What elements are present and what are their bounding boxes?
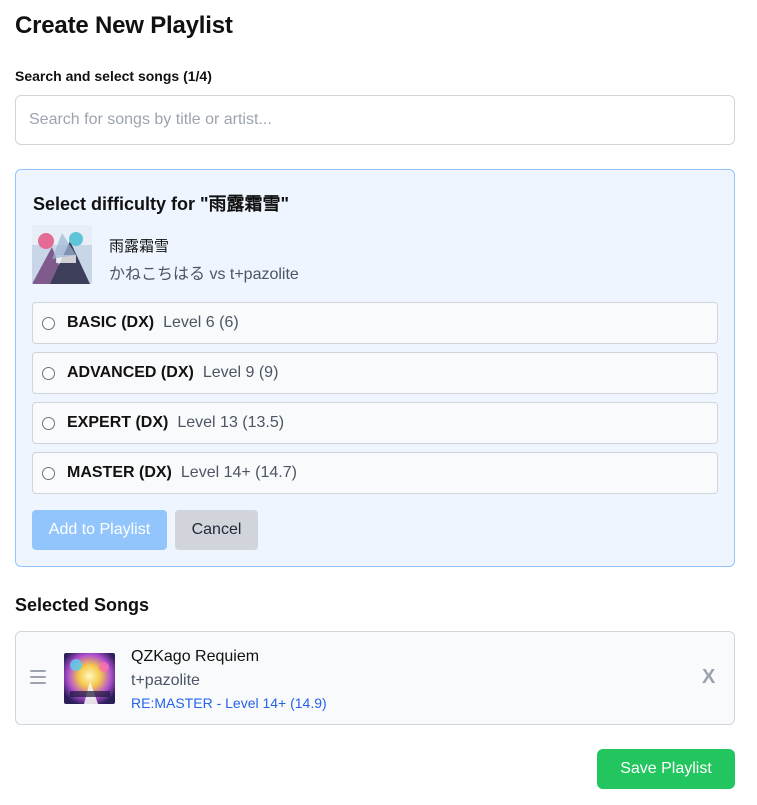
selected-song-artwork	[64, 653, 115, 704]
page-title: Create New Playlist	[15, 12, 233, 39]
song-artwork	[32, 225, 92, 284]
search-label: Search and select songs (1/4)	[15, 68, 212, 84]
difficulty-name: EXPERT (DX)	[67, 414, 169, 431]
difficulty-level: Level 6 (6)	[163, 314, 239, 331]
selected-song-artist: t+pazolite	[131, 672, 200, 689]
difficulty-level: Level 13 (13.5)	[177, 414, 285, 431]
difficulty-level: Level 14+ (14.7)	[180, 464, 297, 481]
difficulty-option-expert[interactable]: EXPERT (DX) Level 13 (13.5)	[32, 402, 718, 444]
difficulty-name: BASIC (DX)	[67, 314, 155, 331]
difficulty-panel: Select difficulty for "雨露霜雪" 雨露霜雪 かねこちはる…	[15, 169, 735, 567]
song-title: 雨露霜雪	[109, 238, 170, 255]
difficulty-panel-title: Select difficulty for "雨露霜雪"	[33, 194, 290, 214]
difficulty-option-advanced[interactable]: ADVANCED (DX) Level 9 (9)	[32, 352, 718, 394]
radio-icon[interactable]	[42, 466, 55, 480]
selected-songs-heading: Selected Songs	[15, 595, 150, 615]
search-input[interactable]	[15, 95, 735, 145]
song-artist: かねこちはる vs t+pazolite	[109, 266, 299, 283]
difficulty-name: ADVANCED (DX)	[67, 364, 194, 381]
difficulty-level: Level 9 (9)	[202, 364, 279, 381]
drag-handle-icon[interactable]	[30, 670, 46, 684]
difficulty-option-basic[interactable]: BASIC (DX) Level 6 (6)	[32, 302, 718, 344]
remove-song-button[interactable]: X	[702, 666, 715, 689]
cancel-button[interactable]: Cancel	[175, 510, 258, 550]
selected-song-title: QZKago Requiem	[131, 648, 260, 665]
selected-song-difficulty: RE:MASTER - Level 14+ (14.9)	[131, 695, 327, 711]
difficulty-option-master[interactable]: MASTER (DX) Level 14+ (14.7)	[32, 452, 718, 494]
radio-icon[interactable]	[42, 416, 55, 430]
radio-icon[interactable]	[42, 316, 55, 330]
difficulty-name: MASTER (DX)	[67, 464, 172, 481]
selected-song-item: QZKago Requiem t+pazolite RE:MASTER - Le…	[15, 631, 735, 725]
save-playlist-button[interactable]: Save Playlist	[597, 749, 735, 789]
radio-icon[interactable]	[42, 366, 55, 380]
add-to-playlist-button[interactable]: Add to Playlist	[32, 510, 167, 550]
